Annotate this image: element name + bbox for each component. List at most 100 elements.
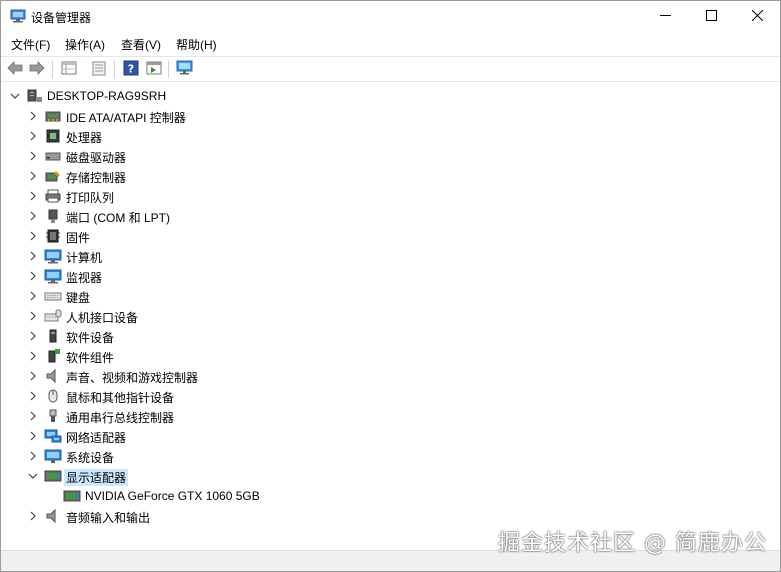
category-label: 监视器: [66, 271, 103, 285]
tree-category-item[interactable]: 端口 (COM 和 LPT): [3, 206, 780, 226]
disk-drive-icon: [44, 148, 62, 164]
tree-category-item[interactable]: 软件设备: [3, 326, 780, 346]
display-adapter-icon: [63, 488, 81, 504]
speaker-icon: [44, 508, 62, 524]
category-label: IDE ATA/ATAPI 控制器: [66, 111, 186, 125]
forward-icon: [29, 61, 45, 78]
computer-icon: [25, 88, 43, 104]
menu-view[interactable]: 查看(V): [119, 36, 163, 53]
tree-category-item[interactable]: 鼠标和其他指针设备: [3, 386, 780, 406]
tree-category-item[interactable]: 系统设备: [3, 446, 780, 466]
tree-category-item[interactable]: 处理器: [3, 126, 780, 146]
category-label: 软件组件: [66, 351, 115, 365]
chevron-right-icon[interactable]: [27, 229, 39, 243]
tree-category-item[interactable]: 存储控制器: [3, 166, 780, 186]
tree-category-item[interactable]: 显示适配器: [3, 466, 780, 486]
chevron-down-icon[interactable]: [9, 89, 21, 103]
back-button[interactable]: [5, 60, 25, 79]
back-icon: [7, 61, 23, 78]
category-label: 音频输入和输出: [66, 511, 151, 525]
ide-controller-icon: [44, 108, 62, 124]
speaker-icon: [44, 368, 62, 384]
menu-help[interactable]: 帮助(H): [174, 36, 219, 53]
software-component-icon: [44, 348, 62, 364]
help-icon: ?: [123, 60, 139, 79]
category-label: 软件设备: [66, 331, 115, 345]
category-label: 端口 (COM 和 LPT): [66, 211, 170, 225]
forward-button[interactable]: [27, 60, 47, 79]
maximize-icon: [705, 9, 717, 24]
tree-category-item[interactable]: 声音、视频和游戏控制器: [3, 366, 780, 386]
chevron-right-icon[interactable]: [27, 109, 39, 123]
tree-category-item[interactable]: 通用串行总线控制器: [3, 406, 780, 426]
chevron-right-icon[interactable]: [27, 269, 39, 283]
tree-category-item[interactable]: 网络适配器: [3, 426, 780, 446]
tree-root[interactable]: DESKTOP-RAG9SRH: [3, 86, 780, 106]
chevron-right-icon[interactable]: [27, 249, 39, 263]
device-manager-app-icon: [10, 9, 26, 23]
tree-category-item[interactable]: 固件: [3, 226, 780, 246]
device-tree[interactable]: DESKTOP-RAG9SRH IDE ATA/ATAPI 控制器 处理器 磁盘驱动…: [3, 84, 780, 547]
category-label: 鼠标和其他指针设备: [66, 391, 175, 405]
run-icon: [146, 61, 162, 78]
maximize-button[interactable]: [688, 1, 734, 32]
toolbar-separator: [52, 61, 53, 78]
help-button[interactable]: ?: [121, 60, 141, 79]
chevron-right-icon[interactable]: [27, 429, 39, 443]
scan-hardware-button[interactable]: [175, 60, 195, 79]
display-adapter-icon: [44, 468, 62, 484]
tree-category-item[interactable]: 人机接口设备: [3, 306, 780, 326]
category-label: 处理器: [66, 131, 103, 145]
run-button[interactable]: [144, 60, 164, 79]
chevron-right-icon[interactable]: [27, 129, 39, 143]
tree-device-item[interactable]: NVIDIA GeForce GTX 1060 5GB: [3, 486, 780, 506]
chevron-right-icon[interactable]: [27, 309, 39, 323]
port-icon: [44, 208, 62, 224]
category-label: 系统设备: [66, 451, 115, 465]
category-label: 人机接口设备: [66, 311, 139, 325]
chevron-right-icon[interactable]: [27, 369, 39, 383]
chevron-right-icon[interactable]: [27, 209, 39, 223]
watermark-text: 掘金技术社区 @ 简鹿办公: [498, 531, 767, 556]
close-button[interactable]: [734, 1, 780, 32]
device-label: NVIDIA GeForce GTX 1060 5GB: [85, 489, 260, 503]
chevron-right-icon[interactable]: [27, 409, 39, 423]
category-label: 声音、视频和游戏控制器: [66, 371, 199, 385]
tree-category-item[interactable]: 计算机: [3, 246, 780, 266]
usb-icon: [44, 408, 62, 424]
chevron-right-icon[interactable]: [27, 389, 39, 403]
monitor-icon: [44, 268, 62, 284]
firmware-icon: [44, 228, 62, 244]
tree-category-item[interactable]: 音频输入和输出: [3, 506, 780, 526]
device-manager-window: 设备管理器 文件(F) 操作(A) 查看(V) 帮助(H) ? DESKTOP-…: [0, 0, 781, 572]
system-device-icon: [44, 448, 62, 464]
chevron-right-icon[interactable]: [27, 329, 39, 343]
properties-grid-button[interactable]: [59, 60, 79, 79]
tree-category-item[interactable]: 键盘: [3, 286, 780, 306]
toolbar-separator: [114, 61, 115, 78]
menu-action[interactable]: 操作(A): [63, 36, 107, 53]
menu-file[interactable]: 文件(F): [9, 36, 52, 53]
category-label: 打印队列: [66, 191, 115, 205]
minimize-button[interactable]: [642, 1, 688, 32]
tree-category-item[interactable]: IDE ATA/ATAPI 控制器: [3, 106, 780, 126]
update-driver-button[interactable]: [89, 60, 109, 79]
chevron-right-icon[interactable]: [27, 349, 39, 363]
tree-category-item[interactable]: 打印队列: [3, 186, 780, 206]
chevron-right-icon[interactable]: [27, 169, 39, 183]
monitor-icon: [176, 60, 194, 79]
tree-category-item[interactable]: 软件组件: [3, 346, 780, 366]
chevron-right-icon[interactable]: [27, 289, 39, 303]
printer-icon: [44, 188, 62, 204]
chevron-right-icon[interactable]: [27, 149, 39, 163]
tree-category-item[interactable]: 监视器: [3, 266, 780, 286]
category-label: 计算机: [66, 251, 103, 265]
keyboard-icon: [44, 288, 62, 304]
chevron-right-icon[interactable]: [27, 189, 39, 203]
tree-category-item[interactable]: 磁盘驱动器: [3, 146, 780, 166]
chevron-right-icon[interactable]: [27, 509, 39, 523]
window-title: 设备管理器: [31, 11, 92, 25]
chevron-right-icon[interactable]: [27, 449, 39, 463]
title-bar[interactable]: 设备管理器: [1, 1, 780, 32]
chevron-down-icon[interactable]: [27, 469, 39, 483]
